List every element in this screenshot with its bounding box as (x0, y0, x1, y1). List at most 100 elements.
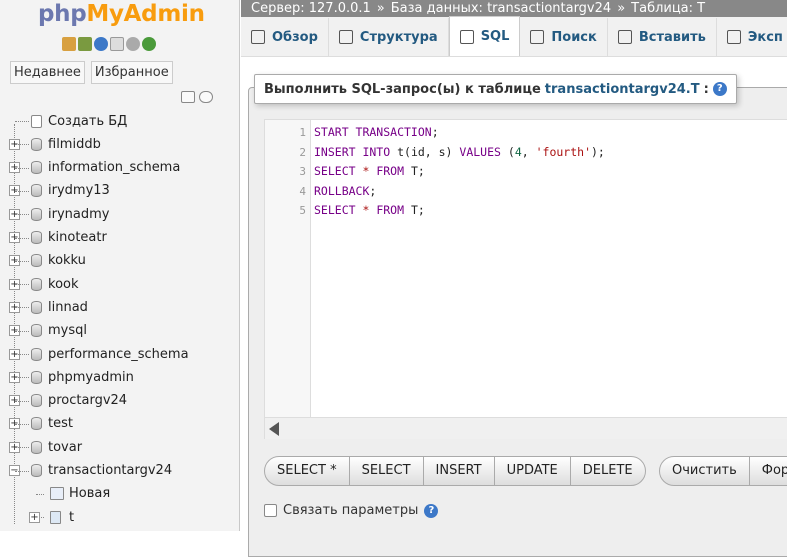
collapse-all-icon[interactable] (181, 91, 195, 103)
tree-item-test[interactable]: + test (0, 413, 240, 435)
sql-panel: Выполнить SQL-запрос(ы) к таблице transa… (241, 57, 787, 557)
tree-item-performance-schema[interactable]: + performance_schema (0, 343, 240, 365)
breadcrumb-separator: » (376, 1, 385, 16)
tree-item-создать-бд[interactable]: Создать БД (0, 110, 240, 132)
server-link[interactable]: Сервер: 127.0.0.1 (251, 1, 371, 16)
tree-item-label[interactable]: information_schema (48, 160, 180, 175)
tab-browse[interactable]: Обзор (241, 18, 329, 56)
code-token: t(id, s) (397, 144, 460, 159)
link-icon[interactable] (199, 91, 213, 103)
tree-connector (15, 260, 29, 262)
horizontal-scrollbar[interactable] (265, 417, 787, 439)
legend-table-name: transactiontargv24.T (544, 81, 700, 97)
tree-item-label[interactable]: kook (48, 277, 79, 292)
tree-item-label[interactable]: tovar (48, 440, 82, 455)
legend-colon: : (703, 81, 709, 97)
recent-tab[interactable]: Недавнее (10, 61, 85, 84)
bind-parameters-checkbox[interactable] (264, 504, 277, 517)
tree-item-irynadmy[interactable]: + irynadmy (0, 203, 240, 225)
template-button-update[interactable]: UPDATE (495, 457, 571, 485)
database-icon (31, 417, 42, 431)
query-template-buttons: SELECT * SELECT INSERT UPDATE DELETE (264, 456, 646, 486)
docs-icon[interactable] (110, 37, 124, 51)
tree-item-label[interactable]: proctargv24 (48, 393, 127, 408)
expand-icon[interactable]: + (29, 511, 40, 523)
tab-export[interactable]: Эксп (717, 18, 787, 56)
tree-item-transactiontargv24[interactable]: − transactiontargv24 (0, 460, 240, 482)
database-link[interactable]: База данных: transactiontargv24 (391, 1, 611, 16)
clear-button[interactable]: Очистить (660, 457, 750, 485)
tree-item-label[interactable]: t (69, 510, 74, 525)
database-icon (31, 394, 42, 408)
template-button-delete[interactable]: DELETE (571, 457, 645, 485)
tree-item-label[interactable]: kinoteatr (48, 230, 107, 245)
code-line[interactable]: INSERT INTO t(id, s) VALUES (4, 'fourth'… (314, 145, 605, 159)
tab-insert[interactable]: Вставить (608, 18, 717, 56)
tree-item-kinoteatr[interactable]: + kinoteatr (0, 227, 240, 249)
tree-item-irydmy13[interactable]: + irydmy13 (0, 180, 240, 202)
table-link[interactable]: Таблица: T (631, 1, 705, 16)
tree-item-t[interactable]: + t (0, 506, 240, 528)
tree-connector (15, 377, 29, 379)
help-icon[interactable] (94, 37, 108, 51)
bind-parameters[interactable]: Связать параметры ? (264, 503, 439, 518)
template-button-insert[interactable]: INSERT (424, 457, 495, 485)
tab-search[interactable]: Поиск (520, 18, 608, 56)
tree-item-label[interactable]: mysql (48, 323, 87, 338)
home-icon[interactable] (62, 37, 76, 51)
settings-icon[interactable] (126, 37, 140, 51)
scroll-left-icon[interactable] (269, 422, 279, 436)
tree-item-information-schema[interactable]: + information_schema (0, 157, 240, 179)
tree-item-filmiddb[interactable]: + filmiddb (0, 133, 240, 155)
code-line[interactable]: SELECT * FROM T; (314, 203, 425, 217)
code-token: FROM (376, 203, 411, 218)
tree-connector (36, 493, 44, 495)
reload-icon[interactable] (142, 37, 156, 51)
tree-item-label[interactable]: kokku (48, 253, 86, 268)
help-icon[interactable]: ? (712, 82, 727, 96)
template-button-select[interactable]: SELECT (350, 457, 424, 485)
tree-item-label[interactable]: phpmyadmin (48, 370, 134, 385)
tab-label: SQL (480, 29, 510, 44)
template-button-select[interactable]: SELECT * (265, 457, 350, 485)
sql-editor[interactable]: 1 2 3 4 5 START TRANSACTION; INSERT INTO t(id… (264, 119, 787, 439)
tree-item-tovar[interactable]: + tovar (0, 436, 240, 458)
insert-icon (617, 30, 632, 44)
tab-structure[interactable]: Структура (329, 18, 449, 56)
tree-item-mysql[interactable]: + mysql (0, 320, 240, 342)
tree-item-label[interactable]: filmiddb (48, 137, 101, 152)
format-button[interactable]: Форм (750, 457, 787, 485)
tree-item-label[interactable]: Создать БД (48, 114, 127, 129)
code-token: ; (369, 183, 377, 198)
tree-item-proctargv24[interactable]: + proctargv24 (0, 390, 240, 412)
code-token: 4 (514, 144, 522, 159)
tree-connector (15, 470, 29, 472)
code-line[interactable]: SELECT * FROM T; (314, 164, 425, 178)
tree-item-kokku[interactable]: + kokku (0, 250, 240, 272)
code-line[interactable]: START TRANSACTION; (314, 125, 439, 139)
code-token: ; (431, 125, 439, 139)
tree-item-label[interactable]: irynadmy (48, 207, 109, 222)
tab-sql[interactable]: SQL (448, 16, 521, 56)
tree-item-kook[interactable]: + kook (0, 273, 240, 295)
favorites-tab[interactable]: Избранное (90, 61, 173, 84)
database-icon (31, 464, 42, 477)
phpmyadmin-logo[interactable]: phpMyAdmin (38, 1, 205, 27)
tree-item-phpmyadmin[interactable]: + phpmyadmin (0, 366, 240, 388)
code-token: SELECT (314, 203, 363, 218)
tree-item-label[interactable]: test (48, 416, 73, 431)
tree-item-label[interactable]: performance_schema (48, 347, 189, 362)
database-icon (31, 300, 42, 314)
help-icon[interactable]: ? (424, 503, 439, 518)
tree-item-label[interactable]: Новая (69, 486, 110, 501)
code-token: 'fourth' (535, 144, 591, 159)
logout-icon[interactable] (78, 37, 92, 51)
line-number: 5 (299, 204, 306, 218)
code-line[interactable]: ROLLBACK; (314, 184, 376, 198)
tree-connector (15, 190, 29, 192)
tree-item-label[interactable]: irydmy13 (48, 183, 110, 198)
tree-item-linnad[interactable]: + linnad (0, 296, 240, 318)
tree-item-новая[interactable]: Новая (0, 483, 240, 505)
tree-item-label[interactable]: transactiontargv24 (48, 463, 172, 478)
tree-item-label[interactable]: linnad (48, 300, 88, 315)
